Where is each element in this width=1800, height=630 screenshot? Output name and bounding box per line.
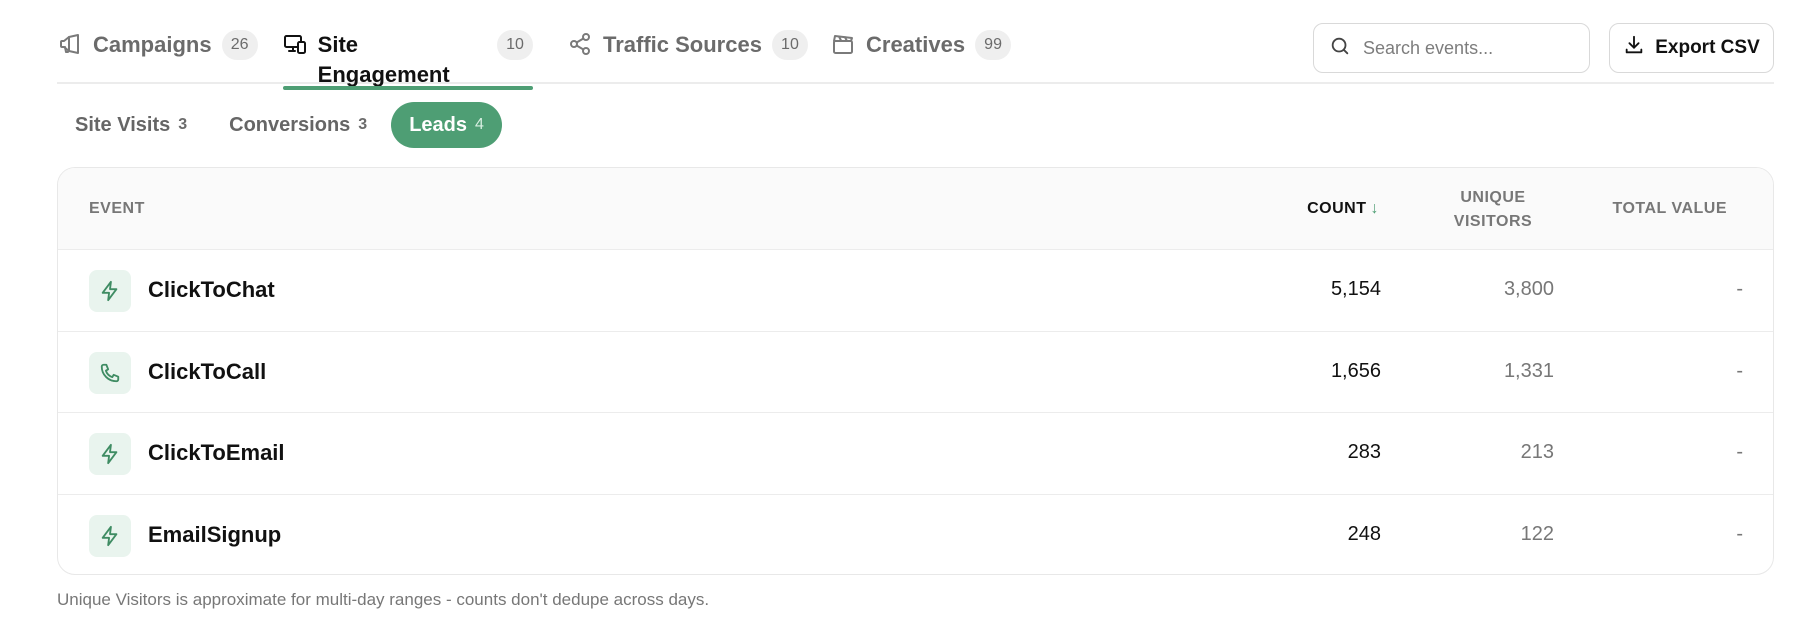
event-count: 248 xyxy=(1347,522,1381,545)
subtab-site-visits[interactable]: Site Visits 3 xyxy=(57,102,205,148)
export-label: Export CSV xyxy=(1655,37,1760,58)
subtab-count: 4 xyxy=(475,116,484,133)
event-unique-visitors: 213 xyxy=(1520,441,1554,463)
header-line: UNIQUE xyxy=(1460,189,1526,206)
tab-label: Campaigns xyxy=(93,32,212,57)
tab-label: Site Engagement xyxy=(317,32,450,87)
tab-count-badge: 10 xyxy=(771,30,808,60)
column-header-unique-visitors[interactable]: UNIQUE VISITORS xyxy=(1430,186,1556,234)
event-count: 1,656 xyxy=(1330,359,1381,382)
tab-count-badge: 10 xyxy=(497,30,533,60)
lightning-icon xyxy=(89,433,131,475)
subtab-label: Conversions xyxy=(229,113,351,136)
search-icon xyxy=(1329,35,1351,62)
table-header: EVENT COUNT ↓ UNIQUE VISITORS TOTAL VALUE xyxy=(58,168,1773,250)
tab-count-badge: 99 xyxy=(975,30,1012,60)
search-box[interactable] xyxy=(1313,23,1590,73)
table-row[interactable]: EmailSignup 248 122 - xyxy=(58,495,1773,575)
subtab-conversions[interactable]: Conversions 3 xyxy=(211,102,385,148)
event-count: 5,154 xyxy=(1330,278,1381,300)
event-unique-visitors: 1,331 xyxy=(1503,359,1554,382)
event-name: ClickToCall xyxy=(148,358,267,384)
event-category-tabs: Site Visits 3 Conversions 3 Leads 4 xyxy=(57,102,502,148)
subtab-label: Leads xyxy=(409,113,468,136)
column-header-count[interactable]: COUNT ↓ xyxy=(1307,200,1379,218)
sort-arrow-icon: ↓ xyxy=(1370,200,1379,217)
event-name: ClickToChat xyxy=(148,277,275,302)
lightning-icon xyxy=(89,514,131,557)
tab-traffic-sources[interactable]: Traffic Sources 10 xyxy=(567,26,808,82)
event-unique-visitors: 122 xyxy=(1520,522,1554,545)
subtab-count: 3 xyxy=(178,116,188,133)
events-table: EVENT COUNT ↓ UNIQUE VISITORS TOTAL VALUE … xyxy=(57,167,1774,575)
tab-label: Creatives xyxy=(866,32,966,57)
tab-label: Traffic Sources xyxy=(603,32,762,57)
search-input[interactable] xyxy=(1363,37,1573,59)
subtab-leads[interactable]: Leads 4 xyxy=(391,102,502,148)
event-name: ClickToEmail xyxy=(148,440,285,465)
tab-creatives[interactable]: Creatives 99 xyxy=(830,26,1012,82)
download-icon xyxy=(1623,34,1645,62)
header-line: VISITORS xyxy=(1453,213,1533,230)
event-unique-visitors: 3,800 xyxy=(1503,278,1554,300)
event-total-value: - xyxy=(1736,441,1743,463)
column-header-total-value[interactable]: TOTAL VALUE xyxy=(1612,200,1727,218)
devices-icon xyxy=(283,31,308,57)
tab-count-badge: 26 xyxy=(221,30,258,60)
event-name: EmailSignup xyxy=(148,521,282,547)
event-count: 283 xyxy=(1347,441,1381,463)
table-row[interactable]: ClickToCall 1,656 1,331 - xyxy=(58,332,1773,413)
subtab-label: Site Visits xyxy=(75,113,171,136)
share-icon xyxy=(567,31,593,57)
subtab-count: 3 xyxy=(358,116,368,133)
phone-icon xyxy=(89,351,131,394)
column-header-event[interactable]: EVENT xyxy=(89,200,145,218)
footnote: Unique Visitors is approximate for multi… xyxy=(57,590,710,609)
clapperboard-icon xyxy=(830,31,856,57)
event-total-value: - xyxy=(1736,278,1743,300)
table-row[interactable]: ClickToEmail 283 213 - xyxy=(58,413,1773,495)
event-total-value: - xyxy=(1736,359,1743,382)
tab-site-engagement[interactable]: Site Engagement 10 xyxy=(283,26,533,90)
lightning-icon xyxy=(89,270,131,312)
event-total-value: - xyxy=(1736,522,1743,545)
tab-campaigns[interactable]: Campaigns 26 xyxy=(57,26,258,82)
count-header-label: COUNT xyxy=(1307,200,1367,217)
table-row[interactable]: ClickToChat 5,154 3,800 - xyxy=(58,250,1773,332)
export-csv-button[interactable]: Export CSV xyxy=(1609,23,1774,73)
megaphone-icon xyxy=(57,31,83,57)
